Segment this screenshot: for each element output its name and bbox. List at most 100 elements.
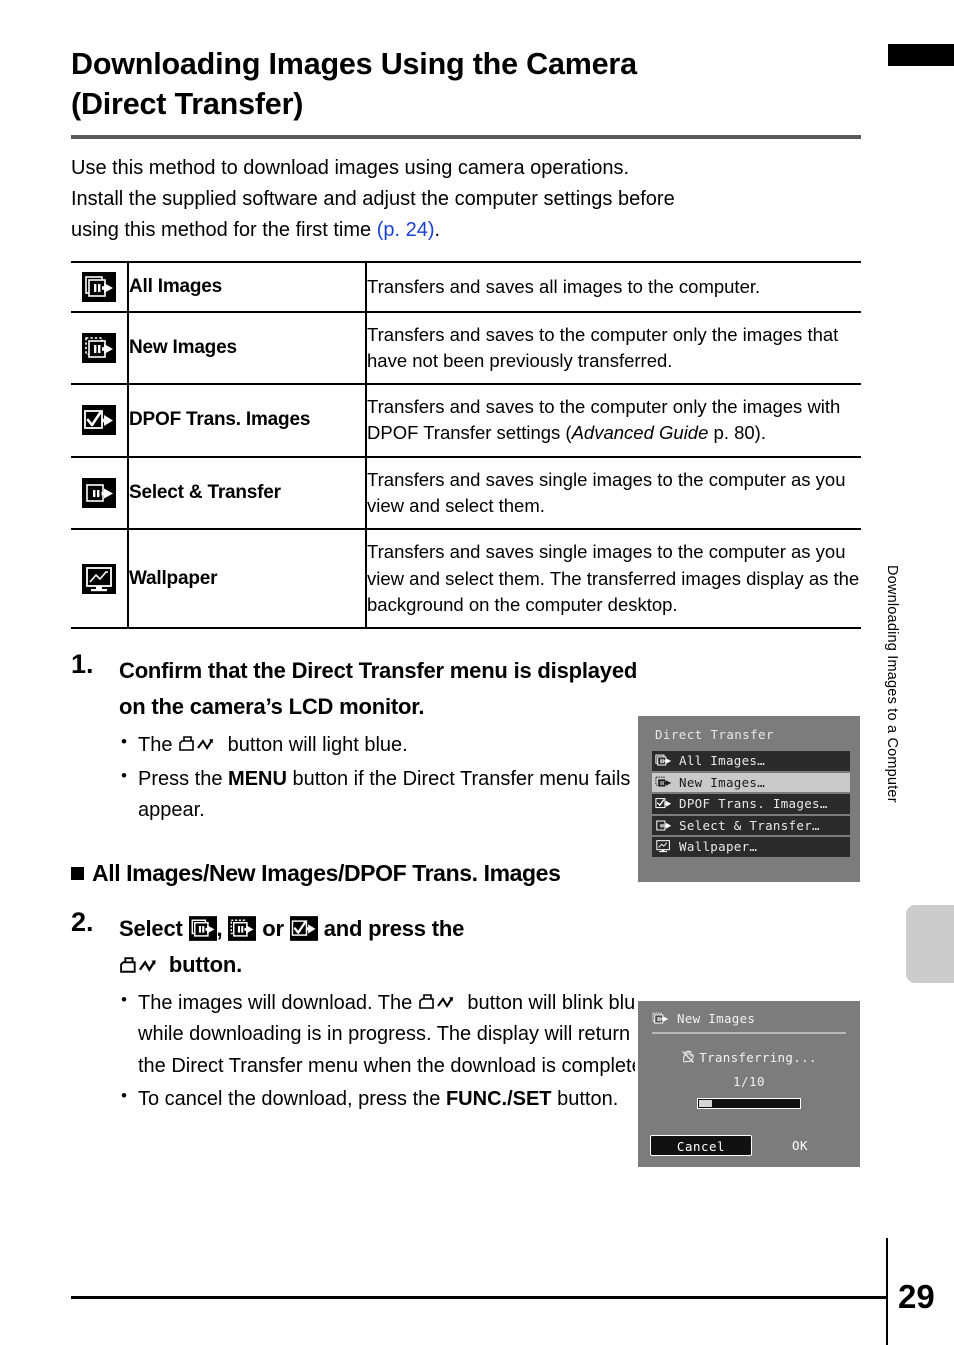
step-2-bullets: The images will download. The button wil…: [119, 987, 664, 1115]
bullet-square-icon: [71, 866, 84, 880]
lcd-menu-item-all-images[interactable]: All Images…: [652, 751, 850, 771]
new-images-icon: [82, 332, 116, 363]
desc-part-2: p. 80).: [708, 422, 766, 444]
page-reference-link[interactable]: (p. 24): [377, 219, 435, 241]
menu-button-label: MENU: [228, 767, 287, 790]
footer-divider: [71, 1296, 886, 1299]
table-cell-desc: Transfers and saves single images to the…: [366, 456, 861, 531]
table-row: New Images Transfers and saves to the co…: [71, 311, 861, 386]
table-cell-name: Wallpaper: [128, 529, 367, 630]
lcd-menu-item-wallpaper[interactable]: Wallpaper…: [652, 837, 850, 857]
cancel-button[interactable]: Cancel: [650, 1135, 752, 1156]
func-set-button-label: FUNC./SET: [445, 1087, 552, 1110]
lcd-menu-list: All Images… New Images… DPOF Trans. Imag…: [652, 751, 850, 857]
bullet-text-after: button.: [551, 1087, 619, 1110]
lcd-transfer-title: New Images: [677, 1011, 756, 1026]
wallpaper-icon: [655, 839, 673, 854]
select-transfer-icon: [82, 478, 116, 508]
desc-italic-ref: Advanced Guide: [571, 422, 709, 444]
list-item: The images will download. The button wil…: [119, 987, 664, 1082]
table-row: Wallpaper Transfers and saves single ima…: [71, 529, 861, 630]
all-images-icon: [655, 753, 673, 768]
page-title-line2: (Direct Transfer): [71, 87, 304, 122]
lcd-menu-item-label: New Images…: [679, 774, 766, 790]
camera-lcd-direct-transfer-menu: Direct Transfer All Images… New Images… …: [635, 713, 863, 885]
page-content: Downloading Images Using the Camera (Dir…: [71, 44, 861, 1115]
new-images-icon: [652, 1011, 670, 1026]
table-cell-name: New Images: [128, 311, 367, 386]
lcd-menu-item-label: All Images…: [679, 753, 766, 769]
table-cell-desc: Transfers and saves all images to the co…: [366, 260, 861, 313]
step-2-heading-part3: button.: [163, 951, 243, 977]
lcd-menu-item-new-images[interactable]: New Images…: [652, 772, 850, 792]
table-cell-icon: [71, 260, 129, 313]
lcd-menu-title: Direct Transfer: [655, 727, 774, 742]
table-cell-desc: Transfers and saves to the computer only…: [366, 311, 861, 386]
list-item: The button will light blue.: [119, 729, 664, 761]
step-2-heading-comma: ,: [216, 915, 229, 941]
intro-line-3-before: using this method for the first time: [71, 219, 377, 242]
all-images-icon: [188, 916, 217, 941]
table-row: Select & Transfer Transfers and saves si…: [71, 456, 861, 531]
lcd-transfer-status: Transferring...: [638, 1050, 860, 1065]
table-cell-name: All Images: [128, 260, 367, 313]
lcd-menu-item-dpof-trans-images[interactable]: DPOF Trans. Images…: [652, 794, 850, 814]
intro-paragraph: Use this method to download images using…: [71, 153, 861, 247]
dpof-trans-images-icon: [655, 796, 673, 811]
bullet-text-before: The: [138, 734, 179, 757]
lcd-transfer-buttons: Cancel OK: [650, 1135, 848, 1156]
table-cell-name: DPOF Trans. Images: [128, 384, 367, 458]
table-cell-desc: Transfers and saves to the computer only…: [366, 384, 861, 458]
running-head: Downloading Images to a Computer: [884, 565, 900, 803]
lcd-transfer-divider: [652, 1032, 846, 1034]
bullet-text-before: The images will download. The: [138, 992, 418, 1015]
step-1-body: Confirm that the Direct Transfer menu is…: [71, 653, 664, 826]
print-share-button-icon: [178, 734, 222, 755]
table-cell-name: Select & Transfer: [128, 456, 367, 531]
table-cell-icon: [71, 456, 129, 531]
lcd-menu-item-label: DPOF Trans. Images…: [679, 796, 828, 812]
lcd-transfer-header: New Images: [652, 1011, 860, 1026]
page-title-line1: Downloading Images Using the Camera: [71, 47, 637, 81]
intro-line-3-after: .: [434, 219, 441, 242]
transfer-modes-table: All Images Transfers and saves all image…: [71, 260, 861, 630]
lcd-menu-item-select-transfer[interactable]: Select & Transfer…: [652, 815, 850, 835]
dpof-trans-images-icon: [289, 916, 318, 941]
table-cell-icon: [71, 384, 129, 458]
new-images-icon: [655, 775, 673, 790]
page-number: 29: [898, 1278, 935, 1315]
step-2-number: 2.: [71, 906, 94, 937]
step-1-heading: Confirm that the Direct Transfer menu is…: [119, 658, 638, 719]
page-title: Downloading Images Using the Camera (Dir…: [71, 44, 861, 129]
bullet-text-after: button will light blue.: [222, 734, 408, 757]
list-item: Press the MENU button if the Direct Tran…: [119, 762, 664, 826]
new-images-icon: [228, 916, 257, 941]
busy-hand-icon: [681, 1050, 695, 1064]
step-1-number: 1.: [71, 649, 94, 680]
table-row: DPOF Trans. Images Transfers and saves t…: [71, 384, 861, 458]
step-2-heading-part2: and press the: [317, 915, 465, 941]
step-2-heading-or: or: [256, 915, 290, 941]
top-right-black-tab: [888, 44, 954, 66]
table-cell-desc: Transfers and saves single images to the…: [366, 529, 861, 630]
lcd-transfer-progress-bar: [697, 1098, 801, 1109]
intro-line-1: Use this method to download images using…: [71, 156, 630, 179]
all-images-icon: [82, 271, 116, 302]
section-heading-text: All Images/New Images/DPOF Trans. Images: [92, 859, 561, 886]
step-2-body: Select , or and press the button. The im…: [71, 911, 664, 1115]
print-share-button-icon: [119, 955, 163, 976]
dpof-trans-images-icon: [82, 405, 116, 436]
step-1-bullets: The button will light blue. Press the ME…: [119, 729, 664, 826]
intro-line-2: Install the supplied software and adjust…: [71, 187, 675, 210]
lcd-menu-item-label: Select & Transfer…: [679, 817, 820, 833]
print-share-button-icon: [418, 992, 462, 1013]
list-item: To cancel the download, press the FUNC./…: [119, 1083, 664, 1115]
title-divider: [71, 134, 861, 139]
table-row: All Images Transfers and saves all image…: [71, 260, 861, 313]
step-2-heading-part1: Select: [119, 915, 189, 941]
camera-lcd-transferring-dialog: New Images Transferring... 1/10 Cancel O…: [635, 998, 863, 1170]
select-transfer-icon: [655, 818, 673, 833]
lcd-transfer-count: 1/10: [732, 1074, 766, 1089]
ok-button[interactable]: OK: [752, 1135, 848, 1156]
lcd-transfer-status-text: Transferring...: [699, 1050, 817, 1065]
